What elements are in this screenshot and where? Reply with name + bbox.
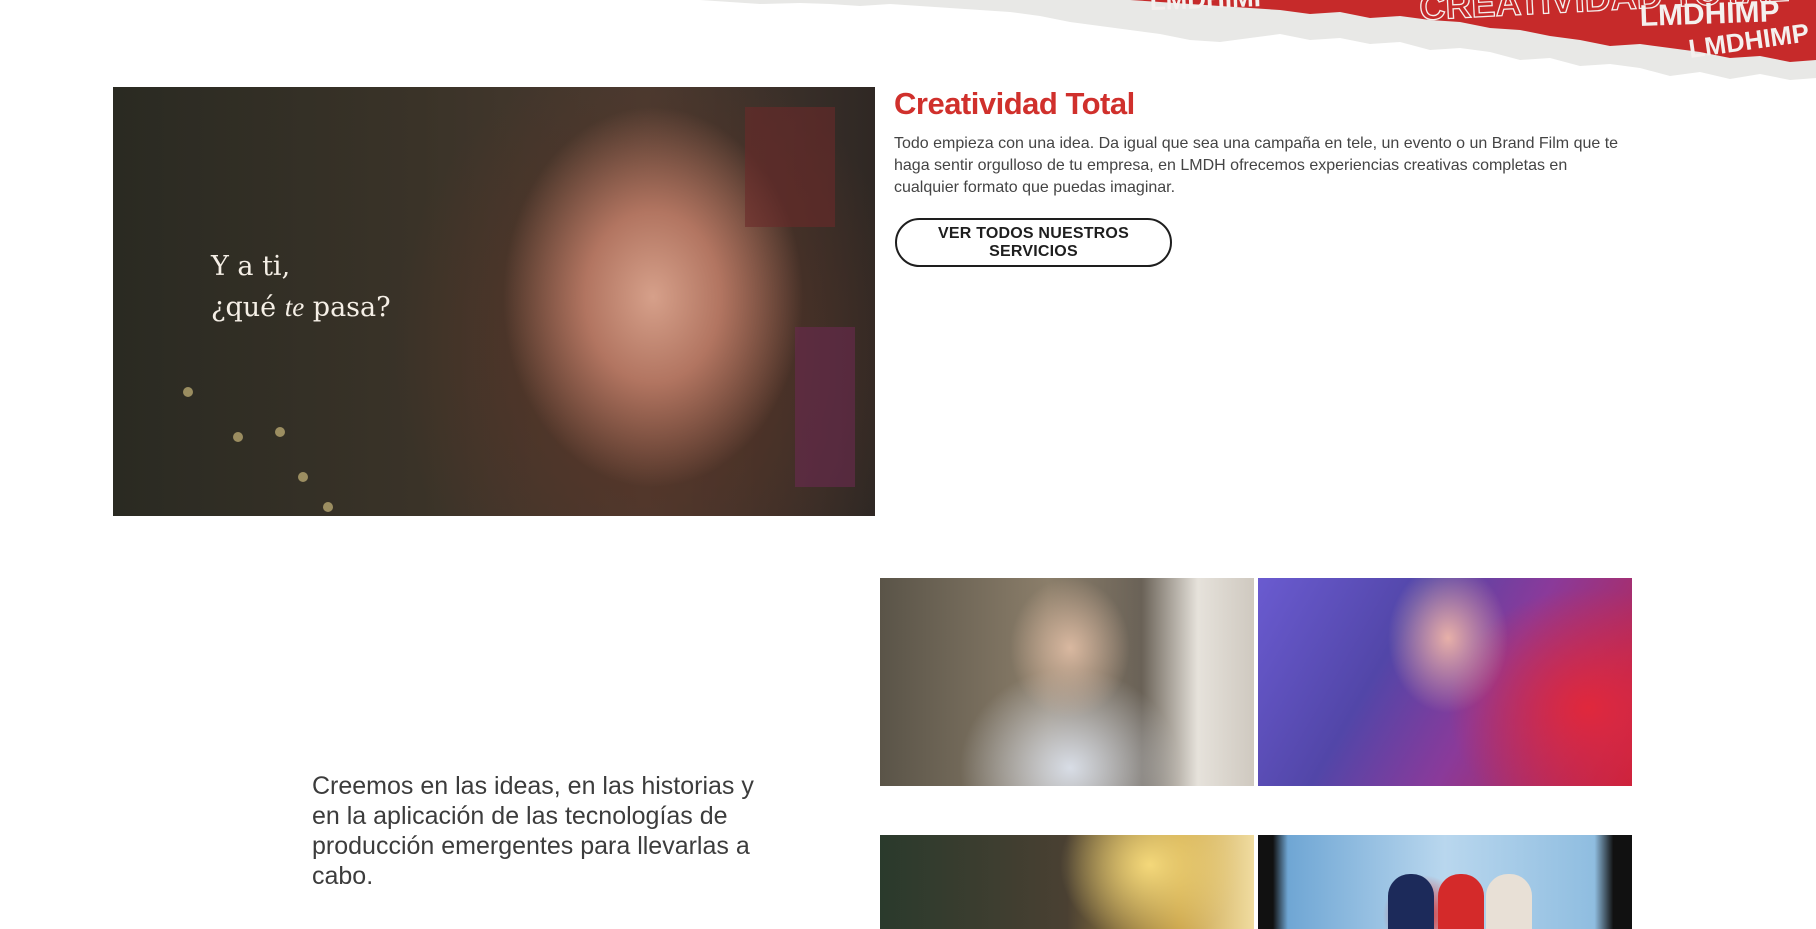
hero-caption-line1: Y a ti,: [211, 251, 291, 282]
project-thumbnail[interactable]: [880, 578, 1254, 786]
belief-statement: Creemos en las ideas, en las historias y…: [312, 772, 754, 890]
figure-shape: [1438, 874, 1484, 929]
figure-shape: [1486, 874, 1532, 929]
project-thumbnail[interactable]: [880, 835, 1254, 929]
hero-caption-emphasis: te: [284, 292, 305, 322]
background-decor: [745, 107, 835, 227]
hero-caption: Y a ti, ¿qué te pasa?: [211, 247, 391, 328]
project-thumbnail[interactable]: [1258, 578, 1632, 786]
bokeh-light: [183, 387, 193, 397]
see-all-services-button[interactable]: VER TODOS NUESTROS SERVICIOS: [895, 218, 1172, 267]
hero-caption-part: ¿qué: [211, 292, 285, 323]
hero-video-still[interactable]: Y a ti, ¿qué te pasa?: [113, 87, 875, 516]
torn-paper-banner: LMDHIMP CREATIVIDAD TOTAL LMDHIMP LMDHIM…: [0, 0, 1816, 100]
bokeh-light: [323, 502, 333, 512]
service-title: Creatividad Total: [894, 86, 1135, 121]
background-decor: [795, 327, 855, 487]
figure-shape: [1388, 874, 1434, 929]
project-thumbnail[interactable]: [1258, 835, 1632, 929]
hero-caption-line2: ¿qué te pasa?: [211, 287, 391, 328]
bokeh-light: [275, 427, 285, 437]
bokeh-light: [298, 472, 308, 482]
bokeh-light: [233, 432, 243, 442]
service-description: Todo empieza con una idea. Da igual que …: [894, 135, 1619, 196]
hero-caption-part: pasa?: [304, 292, 391, 323]
